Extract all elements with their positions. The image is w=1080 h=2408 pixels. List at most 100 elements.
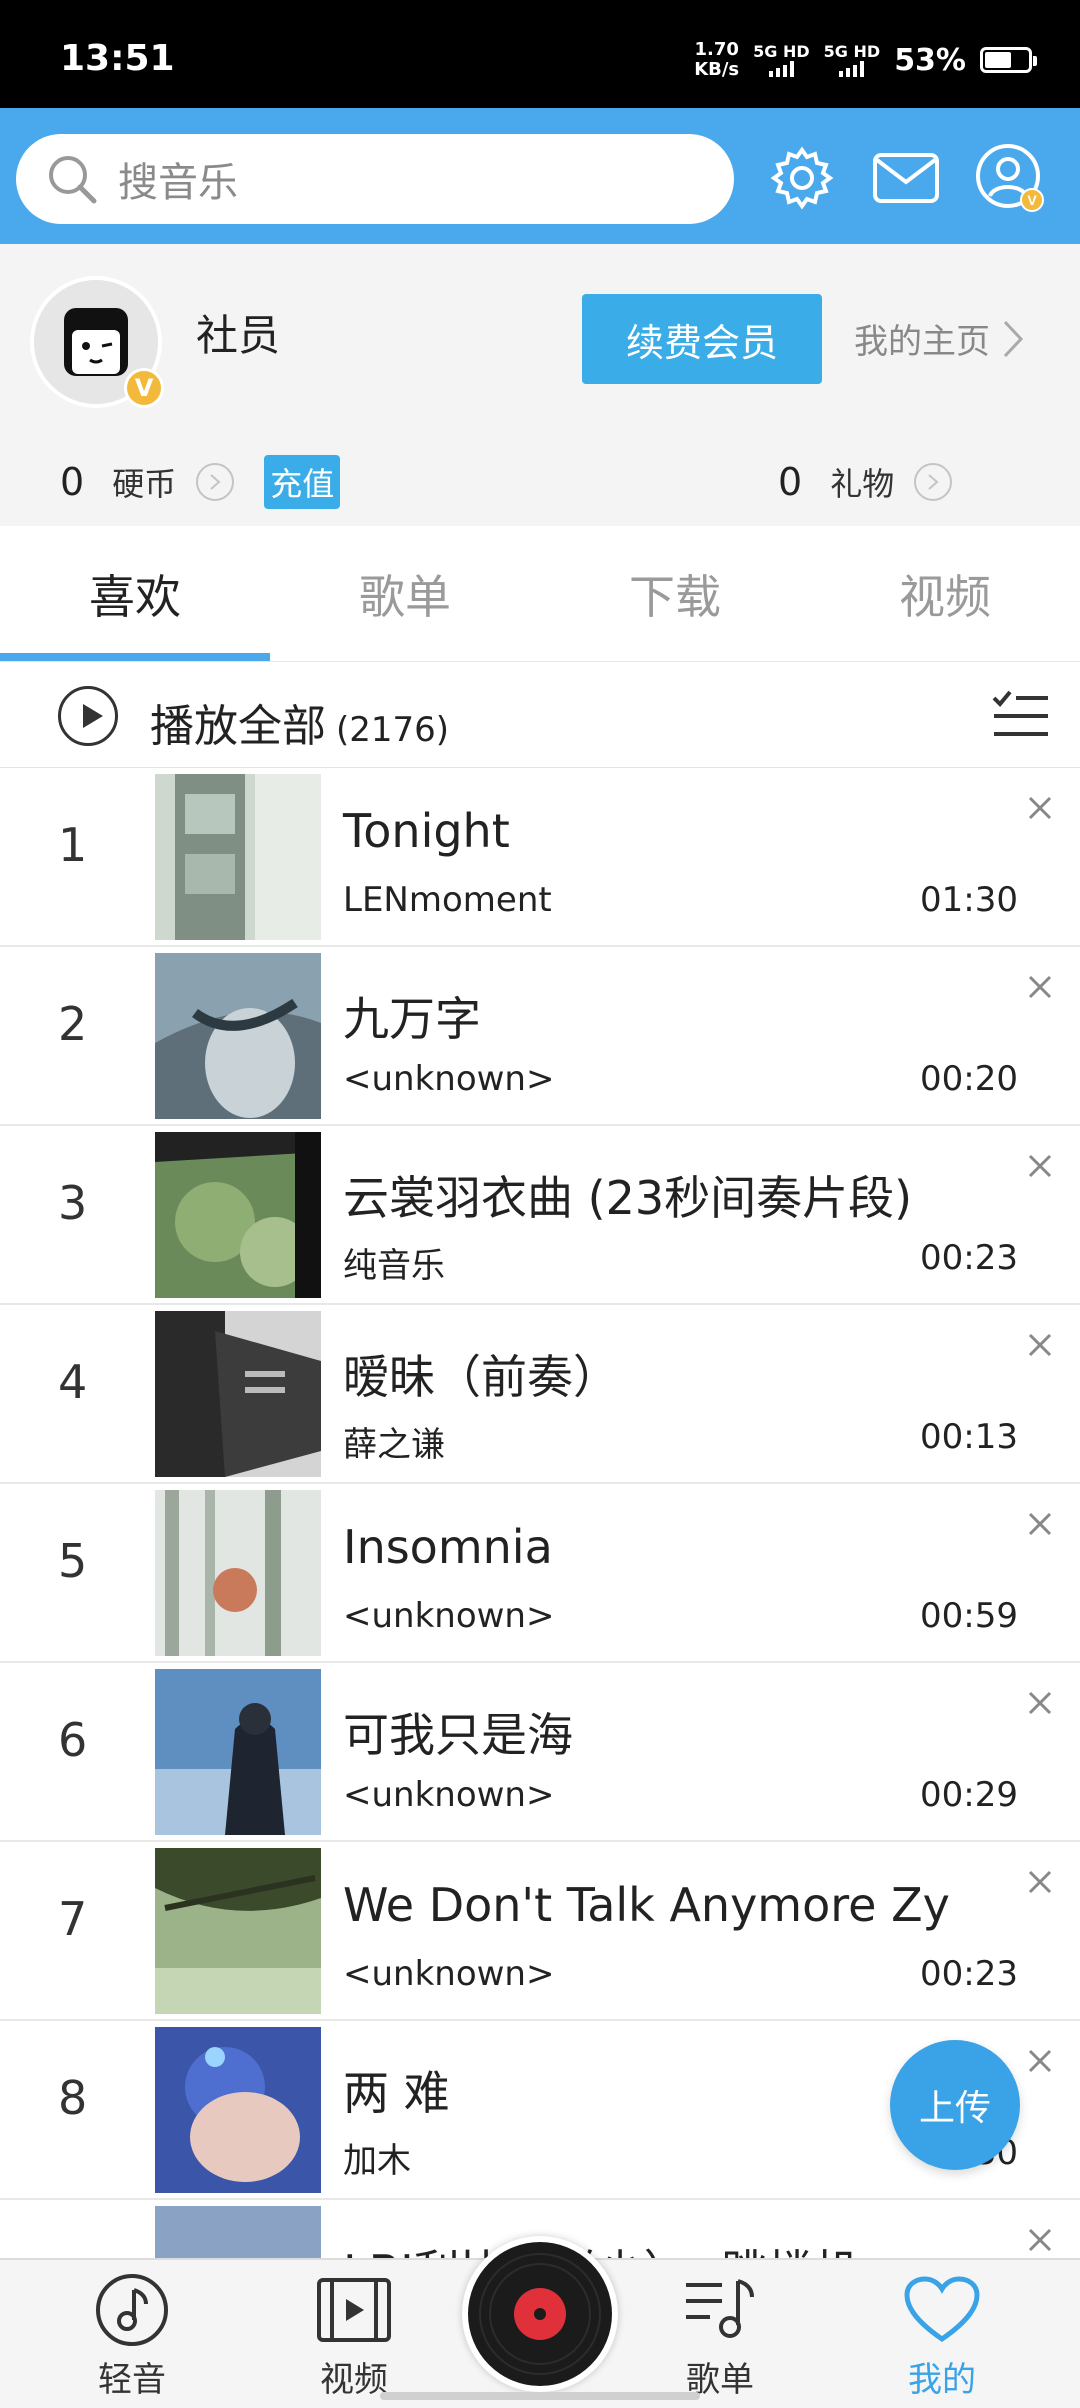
play-all-bar: 播放全部 (2176): [0, 662, 1080, 768]
nav-playlists[interactable]: 歌单: [650, 2270, 790, 2401]
recharge-button[interactable]: 充值: [264, 455, 341, 509]
close-icon[interactable]: [1020, 2220, 1060, 2260]
renew-membership-button[interactable]: 续费会员: [582, 294, 822, 384]
status-time: 13:51: [60, 38, 175, 79]
song-number: 7: [58, 1892, 88, 1946]
song-number: 2: [58, 997, 88, 1051]
song-row[interactable]: 2 九万字 <unknown> 00:20: [0, 947, 1080, 1126]
vinyl-record-icon: [468, 2242, 612, 2386]
song-artist: <unknown>: [343, 1954, 555, 1994]
coins-stat[interactable]: 0 硬币 充值: [60, 454, 341, 510]
search-placeholder: 搜音乐: [118, 160, 238, 206]
nav-video[interactable]: 视频: [284, 2270, 424, 2401]
search-icon: [49, 156, 97, 204]
profile-section: V 社员 续费会员 我的主页 0 硬币 充值 0 礼物: [0, 244, 1080, 526]
song-number: 1: [58, 818, 88, 872]
song-number: 6: [58, 1713, 88, 1767]
close-icon[interactable]: [1020, 1683, 1060, 1723]
song-title: We Don't Talk Anymore Zy: [343, 1878, 950, 1932]
close-icon[interactable]: [1020, 1146, 1060, 1186]
playlist-icon: [680, 2270, 760, 2350]
album-cover: [155, 1490, 321, 1656]
song-title: Insomnia: [343, 1520, 553, 1574]
user-button[interactable]: V: [970, 138, 1050, 218]
homepage-label: 我的主页: [854, 322, 990, 362]
net-speed: 1.70 KB/s: [694, 39, 740, 80]
song-row[interactable]: 4 暧昧（前奏） 薛之谦 00:13: [0, 1305, 1080, 1484]
song-duration: 00:20: [920, 1059, 1018, 1099]
song-duration: 01:30: [920, 880, 1018, 920]
gear-icon: [770, 146, 834, 210]
song-duration: 00:13: [920, 1417, 1018, 1457]
close-icon[interactable]: [1020, 1325, 1060, 1365]
song-title: Tonight: [343, 804, 510, 858]
chevron-right-icon: [196, 463, 235, 501]
tab-likes[interactable]: 喜欢: [0, 526, 270, 661]
upload-button[interactable]: 上传: [890, 2040, 1020, 2170]
song-row[interactable]: 5 Insomnia <unknown> 00:59: [0, 1484, 1080, 1663]
song-row[interactable]: 6 可我只是海 <unknown> 00:29: [0, 1663, 1080, 1842]
close-icon[interactable]: [1020, 788, 1060, 828]
play-circle-icon[interactable]: [58, 686, 118, 746]
song-title: 两 难: [343, 2066, 450, 2120]
user-icon: V: [976, 144, 1044, 212]
album-cover: [155, 1311, 321, 1477]
coins-value: 0: [60, 460, 85, 504]
nav-label: 我的: [908, 2360, 976, 2400]
status-bar: 13:51 1.70 KB/s 5G HD 5G HD 53%: [0, 0, 1080, 108]
avatar[interactable]: V: [30, 276, 164, 408]
close-icon[interactable]: [1020, 1862, 1060, 1902]
nav-light-music[interactable]: 轻音: [62, 2270, 202, 2401]
tab-videos[interactable]: 视频: [810, 526, 1080, 661]
content-tabs: 喜欢 歌单 下载 视频: [0, 526, 1080, 662]
song-number: 3: [58, 1176, 88, 1230]
chevron-right-icon: [914, 463, 953, 501]
song-title: 暧昧（前奏）: [343, 1350, 619, 1404]
coins-label: 硬币: [112, 465, 177, 503]
song-row[interactable]: 1 Tonight LENmoment 01:30: [0, 768, 1080, 947]
mail-button[interactable]: [866, 138, 946, 218]
status-right: 1.70 KB/s 5G HD 5G HD 53%: [694, 39, 1037, 80]
song-artist: 加木: [343, 2141, 411, 2181]
heart-icon: [902, 2270, 982, 2350]
signal-bars-icon: [768, 61, 794, 77]
signal-2: 5G HD: [824, 43, 880, 77]
album-cover: [155, 1132, 321, 1298]
song-artist: 薛之谦: [343, 1425, 445, 1465]
close-icon[interactable]: [1020, 2041, 1060, 2081]
gifts-value: 0: [778, 460, 803, 504]
signal-1: 5G HD: [753, 43, 810, 77]
multi-select-icon[interactable]: [990, 686, 1050, 746]
song-row[interactable]: 3 云裳羽衣曲 (23秒间奏片段) 纯音乐 00:23: [0, 1126, 1080, 1305]
nav-label: 轻音: [98, 2360, 166, 2400]
gifts-stat[interactable]: 0 礼物: [778, 454, 953, 510]
nav-label: 视频: [320, 2360, 388, 2400]
album-cover: [155, 953, 321, 1119]
battery-percent: 53%: [894, 42, 966, 78]
play-all-button[interactable]: 播放全部 (2176): [150, 690, 449, 754]
album-cover: [155, 1669, 321, 1835]
now-playing-disc[interactable]: [462, 2236, 618, 2392]
song-title: 云裳羽衣曲 (23秒间奏片段): [343, 1171, 913, 1225]
chevron-right-icon: [1003, 320, 1024, 357]
song-artist: <unknown>: [343, 1775, 555, 1815]
my-homepage-link[interactable]: 我的主页: [854, 314, 1024, 363]
song-artist: <unknown>: [343, 1059, 555, 1099]
song-duration: 00:23: [920, 1954, 1018, 1994]
tab-downloads[interactable]: 下载: [540, 526, 810, 661]
search-bar[interactable]: 搜音乐: [16, 134, 734, 224]
album-cover: [155, 774, 321, 940]
battery-icon: [980, 47, 1037, 73]
vip-badge: V: [124, 368, 164, 408]
song-duration: 00:59: [920, 1596, 1018, 1636]
settings-button[interactable]: [762, 138, 842, 218]
song-row[interactable]: 7 We Don't Talk Anymore Zy <unknown> 00:…: [0, 1842, 1080, 2021]
song-artist: <unknown>: [343, 1596, 555, 1636]
close-icon[interactable]: [1020, 967, 1060, 1007]
music-note-icon: [92, 2270, 172, 2350]
nav-mine[interactable]: 我的: [872, 2270, 1012, 2401]
song-artist: 纯音乐: [343, 1246, 445, 1286]
top-header: 搜音乐 V: [0, 108, 1080, 244]
close-icon[interactable]: [1020, 1504, 1060, 1544]
tab-playlists[interactable]: 歌单: [270, 526, 540, 661]
